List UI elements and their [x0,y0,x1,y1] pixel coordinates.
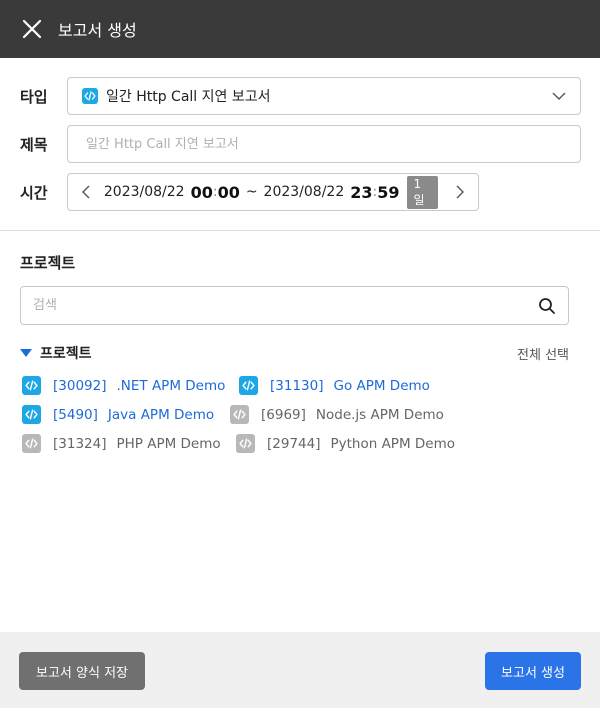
close-button[interactable] [20,17,44,41]
project-item[interactable]: [5490] Java APM Demo [22,405,214,424]
search-icon[interactable] [538,297,556,315]
code-icon [236,434,255,453]
chevron-left-icon [81,185,90,199]
type-select-value: 일간 Http Call 지연 보고서 [106,89,271,105]
type-select[interactable]: 일간 Http Call 지연 보고서 [67,77,581,115]
code-icon [22,434,41,453]
project-item[interactable]: [31130] Go APM Demo [239,376,430,395]
project-item[interactable]: [6969] Node.js APM Demo [230,405,444,424]
project-id: [5490] [53,406,98,423]
code-icon [230,405,249,424]
time-label: 시간 [20,183,48,202]
project-search-input[interactable] [21,287,568,324]
title-label: 제목 [20,135,48,154]
duration-badge[interactable]: 1일 [407,175,439,209]
title-row: 제목 [0,125,600,163]
project-group-title: 프로젝트 [40,346,92,362]
project-item[interactable]: [29744] Python APM Demo [236,434,455,453]
end-minute[interactable]: 59 [377,183,399,202]
caret-down-icon[interactable] [20,349,32,357]
project-id: [31324] [53,435,107,452]
project-id: [6969] [261,406,306,423]
save-template-button[interactable]: 보고서 양식 저장 [19,652,145,690]
project-name: Java APM Demo [107,406,215,423]
time-row: 시간 2023/08/22 00 : 00 ~ 2023/08/22 23 : … [0,173,600,211]
start-date[interactable]: 2023/08/22 [104,184,185,200]
section-divider [0,230,600,231]
chevron-down-icon [552,92,566,100]
project-name: PHP APM Demo [116,435,221,452]
next-period-button[interactable] [442,174,478,210]
project-id: [29744] [267,435,321,452]
close-icon[interactable] [22,19,42,39]
end-hour[interactable]: 23 [350,183,372,202]
project-name: Python APM Demo [330,435,455,452]
project-item[interactable]: [31324] PHP APM Demo [22,434,221,453]
create-report-button[interactable]: 보고서 생성 [485,652,581,690]
project-search [20,286,569,325]
code-icon [22,405,41,424]
modal-footer: 보고서 양식 저장 보고서 생성 [0,632,600,708]
modal-header: 보고서 생성 [0,0,600,58]
code-icon [22,376,41,395]
time-range-picker[interactable]: 2023/08/22 00 : 00 ~ 2023/08/22 23 : 59 … [67,173,479,211]
projects-section-title: 프로젝트 [20,254,76,272]
project-name: .NET APM Demo [116,377,226,394]
code-icon [239,376,258,395]
project-id: [30092] [53,377,107,394]
code-icon [82,88,98,104]
project-item[interactable]: [30092] .NET APM Demo [22,376,225,395]
title-input[interactable] [67,125,581,163]
project-name: Node.js APM Demo [315,406,444,423]
select-all-button[interactable]: 전체 선택 [517,344,569,363]
type-label: 타입 [20,87,48,106]
start-hour[interactable]: 00 [191,183,213,202]
project-group-header[interactable]: 프로젝트 전체 선택 [20,343,569,363]
project-id: [31130] [270,377,324,394]
type-row: 타입 일간 Http Call 지연 보고서 [0,77,600,115]
prev-period-button[interactable] [68,174,104,210]
chevron-right-icon [456,185,465,199]
end-date[interactable]: 2023/08/22 [264,184,345,200]
modal-title: 보고서 생성 [58,21,137,40]
start-minute[interactable]: 00 [218,183,240,202]
project-name: Go APM Demo [333,377,430,394]
range-separator: ~ [245,184,258,200]
